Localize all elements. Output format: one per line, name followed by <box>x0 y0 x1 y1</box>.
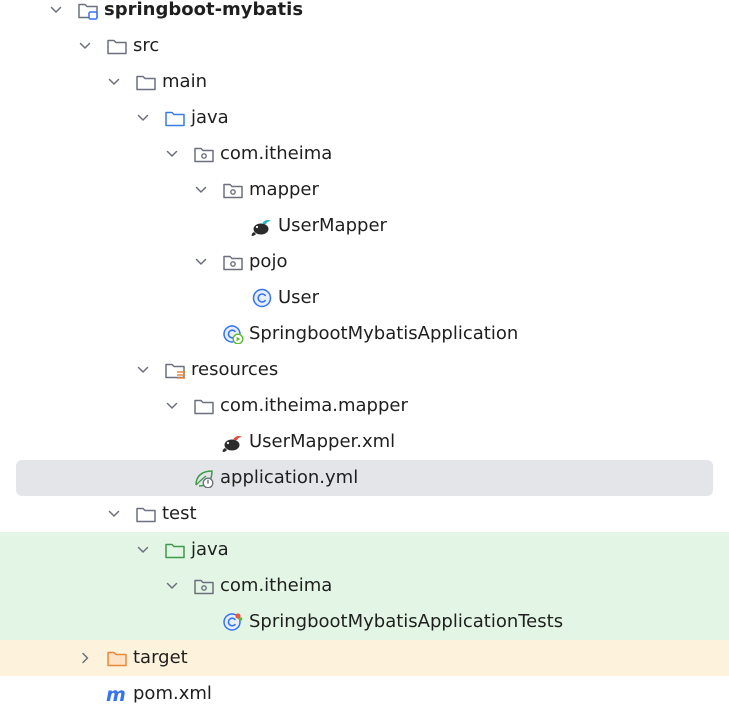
tree-item-label: pojo <box>249 251 288 272</box>
tree-item[interactable]: SpringbootMybatisApplication <box>0 316 729 352</box>
tree-item[interactable]: pojo <box>0 244 729 280</box>
tree-item[interactable]: com.itheima <box>0 136 729 172</box>
tree-item[interactable]: com.itheima <box>0 568 729 604</box>
tree-item-label: UserMapper <box>278 215 387 236</box>
package-icon <box>223 255 243 271</box>
tree-item-label: main <box>162 71 207 92</box>
folder-icon <box>136 75 156 91</box>
tree-item[interactable]: SpringbootMybatisApplicationTests <box>0 604 729 640</box>
package-icon <box>223 183 243 199</box>
test-folder-icon <box>165 543 185 559</box>
tree-item[interactable]: java <box>0 532 729 568</box>
tree-item-label: com.itheima.mapper <box>220 395 408 416</box>
tree-item[interactable]: application.yml <box>0 460 729 496</box>
tree-item-label: java <box>191 107 229 128</box>
tree-item-label: target <box>133 647 188 668</box>
tree-item[interactable]: UserMapper <box>0 208 729 244</box>
tree-item-label: mapper <box>249 179 319 200</box>
resources-folder-icon <box>165 363 185 379</box>
tree-item-label: pom.xml <box>133 683 212 704</box>
tree-item[interactable]: resources <box>0 352 729 388</box>
tree-item-label: resources <box>191 359 279 380</box>
spring-test-class-icon <box>223 613 243 631</box>
tree-item[interactable]: main <box>0 64 729 100</box>
tree-item[interactable]: com.itheima.mapper <box>0 388 729 424</box>
maven-pom-icon: m <box>106 684 126 704</box>
folder-icon <box>194 399 214 415</box>
package-icon <box>194 147 214 163</box>
chevron-right-icon[interactable] <box>78 651 92 665</box>
chevron-down-icon[interactable] <box>78 39 92 53</box>
chevron-down-icon[interactable] <box>136 111 150 125</box>
project-tree: springboot-mybatis src main java com.itheima… <box>0 0 729 708</box>
folder-icon <box>107 39 127 55</box>
chevron-down-icon[interactable] <box>107 507 121 521</box>
chevron-down-icon[interactable] <box>165 147 179 161</box>
chevron-down-icon[interactable] <box>194 183 208 197</box>
svg-text:m: m <box>106 684 126 704</box>
selection-highlight <box>16 460 713 496</box>
chevron-down-icon[interactable] <box>165 579 179 593</box>
chevron-down-icon[interactable] <box>136 363 150 377</box>
mybatis-xml-icon <box>222 436 242 452</box>
tree-item[interactable]: src <box>0 28 729 64</box>
spring-config-icon <box>195 470 214 488</box>
chevron-down-icon[interactable] <box>49 3 63 17</box>
module-folder-icon <box>78 3 98 20</box>
tree-item-label: com.itheima <box>220 575 333 596</box>
tree-item-label: src <box>133 35 160 56</box>
chevron-down-icon[interactable] <box>165 399 179 413</box>
tree-item[interactable]: mapper <box>0 172 729 208</box>
tree-item-label: User <box>278 287 320 308</box>
tree-item[interactable]: test <box>0 496 729 532</box>
excluded-folder-icon <box>107 651 127 667</box>
tree-item[interactable]: UserMapper.xml <box>0 424 729 460</box>
tree-item[interactable]: target <box>0 640 729 676</box>
source-folder-icon <box>165 111 185 127</box>
spring-boot-application-icon <box>223 325 244 344</box>
chevron-down-icon[interactable] <box>136 543 150 557</box>
tree-item-label: com.itheima <box>220 143 333 164</box>
folder-icon <box>136 507 156 523</box>
tree-item-label: springboot-mybatis <box>104 0 304 20</box>
java-class-icon <box>252 288 272 308</box>
chevron-down-icon[interactable] <box>194 255 208 269</box>
mybatis-mapper-icon <box>251 220 271 236</box>
tree-item-label: java <box>191 539 229 560</box>
tree-item[interactable]: java <box>0 100 729 136</box>
package-icon <box>194 579 214 595</box>
tree-item[interactable]: m pom.xml <box>0 676 729 708</box>
tree-item-label: application.yml <box>220 467 359 488</box>
tree-item[interactable]: User <box>0 280 729 316</box>
tree-item-label: SpringbootMybatisApplicationTests <box>249 611 564 632</box>
tree-item-label: SpringbootMybatisApplication <box>249 323 519 344</box>
tree-item[interactable]: springboot-mybatis <box>0 0 729 28</box>
chevron-down-icon[interactable] <box>107 75 121 89</box>
tree-item-label: UserMapper.xml <box>249 431 396 452</box>
tree-item-label: test <box>162 503 197 524</box>
